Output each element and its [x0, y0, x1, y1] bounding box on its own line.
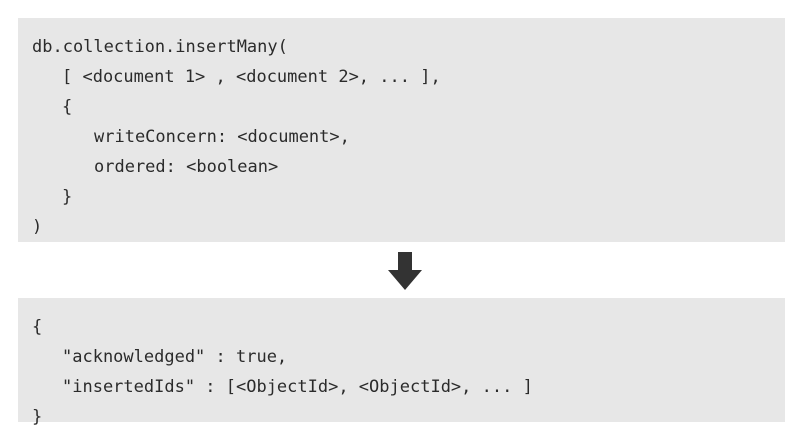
insert-many-code-block: db.collection.insertMany( [ <document 1>…	[18, 18, 785, 242]
code-line: "acknowledged" : true,	[62, 347, 288, 367]
code-line: }	[62, 187, 73, 207]
down-arrow-icon	[387, 250, 423, 292]
code-line: writeConcern: <document>,	[94, 127, 350, 147]
code-line: db.collection.insertMany(	[32, 37, 288, 57]
code-line: [ <document 1> , <document 2>, ... ],	[62, 67, 441, 87]
code-line: )	[32, 217, 43, 237]
code-line: ordered: <boolean>	[94, 157, 279, 177]
result-code-block: { "acknowledged" : true, "insertedIds" :…	[18, 298, 785, 427]
code-line: {	[62, 97, 73, 117]
code-line: }	[32, 407, 43, 427]
code-line: {	[32, 317, 43, 337]
code-line: "insertedIds" : [<ObjectId>, <ObjectId>,…	[62, 377, 533, 397]
